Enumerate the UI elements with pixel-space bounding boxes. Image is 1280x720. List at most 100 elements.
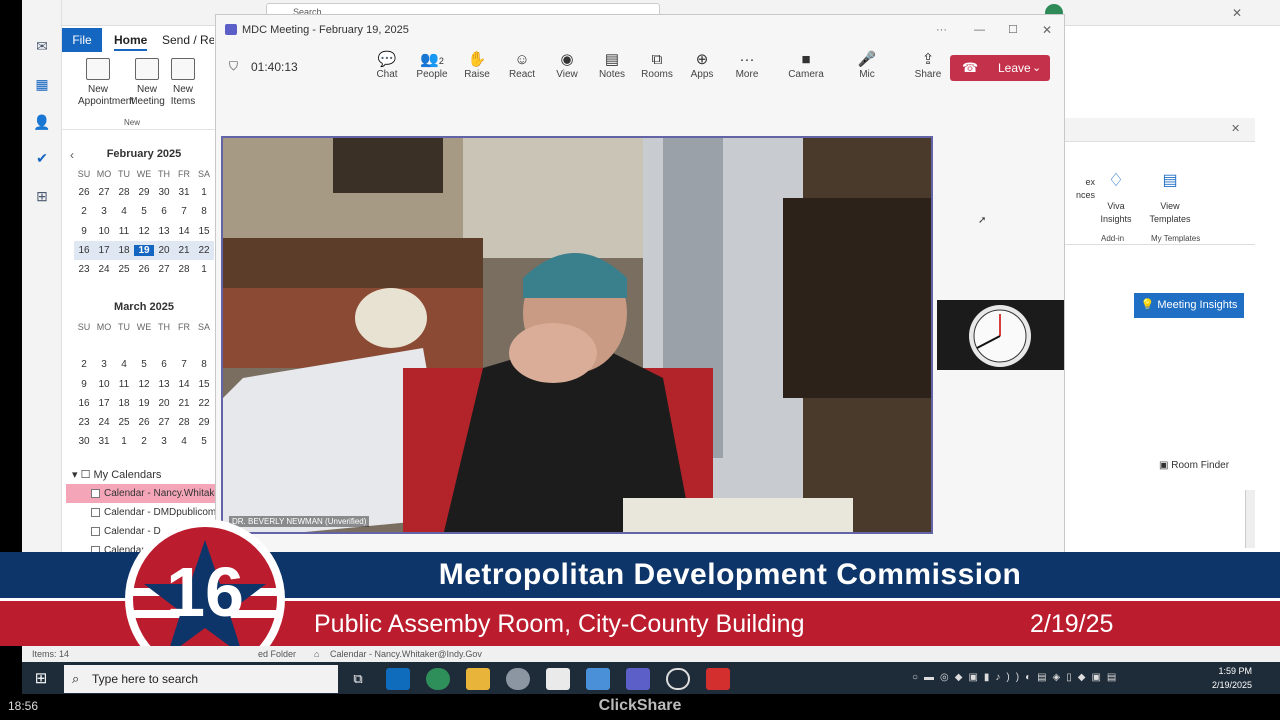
calendar-day[interactable]: 28 [174,417,194,428]
calendar-day[interactable]: 8 [194,206,214,217]
toolbar-share-button[interactable]: ⇪ Share [907,51,949,80]
windows-start-icon[interactable]: ⊞ [30,668,52,690]
calendar-day[interactable]: 27 [154,417,174,428]
toolbar-raise-button[interactable]: ✋ Raise [456,51,498,80]
taskbar-clock[interactable]: 1:59 PM 2/19/2025 [1200,664,1252,692]
calendar-day[interactable]: 30 [74,436,94,447]
calendar-day[interactable]: 27 [154,264,174,275]
participant-video[interactable]: DR. BEVERLY NEWMAN (Unverified) [221,136,933,534]
mail-icon[interactable]: ✉ [32,36,52,56]
calendar-item[interactable]: Calendar - Nancy.Whitaker [66,484,223,503]
task-view-icon[interactable]: ⧉ [346,668,370,690]
calendar-day[interactable]: 30 [154,187,174,198]
calendar-day[interactable]: 26 [134,264,154,275]
document-icon[interactable] [546,668,570,690]
calendar-day[interactable]: 22 [194,245,214,256]
toolbar-more-button[interactable]: ··· More [726,51,768,80]
calendar-day[interactable]: 23 [74,264,94,275]
system-tray-icons[interactable]: ○▬◎◆▣▮♪))◐▤◈▯◆▣▤ [912,672,1192,683]
calendar-day[interactable]: 3 [154,436,174,447]
new-appointment-button[interactable]: New Appointment [78,58,134,108]
calendar-day[interactable]: 12 [134,379,154,390]
close-icon[interactable]: ✕ [1042,15,1052,45]
calendar-day[interactable]: 14 [174,226,194,237]
calendar-day[interactable]: 31 [174,187,194,198]
calendar-icon[interactable]: ▦ [32,74,52,94]
room-finder-button[interactable]: ▣ Room Finder [1159,460,1229,471]
calendar-day[interactable]: 29 [134,187,154,198]
calendar-day[interactable]: 18 [114,245,134,256]
teams-taskbar-icon[interactable] [626,668,650,690]
calendar-day[interactable]: 28 [174,264,194,275]
calendar-day[interactable]: 10 [94,379,114,390]
todo-icon[interactable]: ✔ [32,148,52,168]
toolbar-chat-button[interactable]: 💬 Chat [366,51,408,80]
calendar-day[interactable]: 20 [154,398,174,409]
minimize-icon[interactable]: — [974,15,985,45]
calendar-day[interactable]: 17 [94,398,114,409]
calendar-day[interactable]: 19 [134,244,154,256]
close-icon[interactable]: ✕ [1232,6,1242,20]
calendar-day[interactable]: 12 [134,226,154,237]
scrollbar[interactable] [1245,490,1255,548]
calendar-day[interactable]: 20 [154,245,174,256]
calendar-day[interactable]: 19 [134,398,154,409]
calendar-day[interactable]: 3 [94,206,114,217]
toolbar-apps-button[interactable]: ⊕ Apps [681,51,723,80]
store-icon[interactable] [586,668,610,690]
calendar-day[interactable]: 4 [174,436,194,447]
calendar-day[interactable]: 13 [154,226,174,237]
toolbar-react-button[interactable]: ☺ React [501,51,543,80]
calendar-day[interactable]: 9 [74,226,94,237]
calendar-day[interactable]: 11 [114,379,134,390]
calendar-day[interactable]: 18 [114,398,134,409]
calendar-day[interactable]: 16 [74,398,94,409]
new-meeting-button[interactable]: New Meeting [126,58,168,108]
my-calendars-header[interactable]: ▾ ☐ My Calendars [66,466,216,484]
calendar-day[interactable]: 29 [194,417,214,428]
calendar-day[interactable]: 13 [154,379,174,390]
calendar-day[interactable]: 8 [194,359,214,370]
calendar-day[interactable]: 11 [114,226,134,237]
toolbar-people-button[interactable]: 👥2 People [411,51,453,80]
calendar-day[interactable]: 9 [74,379,94,390]
tab-home[interactable]: Home [114,33,148,51]
view-templates-button[interactable]: ▤ View Templates [1145,173,1195,226]
toolbar-camera-button[interactable]: ■ Camera [785,51,827,80]
calendar-day[interactable]: 5 [134,359,154,370]
viva-insights-button[interactable]: ♢ Viva Insights [1097,171,1135,226]
acrobat-icon[interactable] [706,668,730,690]
calendar-day[interactable]: 23 [74,417,94,428]
toolbar-notes-button[interactable]: ▤ Notes [591,51,633,80]
tab-file[interactable]: File [62,28,102,52]
calendar-day[interactable]: 16 [74,245,94,256]
calendar-day[interactable]: 26 [74,187,94,198]
calendar-day[interactable]: 5 [194,436,214,447]
edge-icon[interactable] [426,668,450,690]
calendar-day[interactable]: 25 [114,264,134,275]
participant-thumbnail[interactable] [937,300,1064,370]
calendar-day[interactable]: 2 [74,206,94,217]
calendar-day[interactable]: 3 [94,359,114,370]
close-icon[interactable]: ✕ [1231,122,1240,135]
calendar-day[interactable]: 6 [154,359,174,370]
checkbox-checked[interactable] [91,489,100,498]
new-items-button[interactable]: New Items [168,58,198,108]
calendar-day[interactable]: 1 [194,264,214,275]
calendar-day[interactable]: 5 [134,206,154,217]
leave-button[interactable]: ☎ Leave ⌄ [950,55,1050,81]
calendar-day[interactable]: 25 [114,417,134,428]
calendar-day[interactable]: 17 [94,245,114,256]
cortana-icon[interactable] [666,668,690,690]
tab-send-receive[interactable]: Send / Re [162,33,214,47]
chevron-down-icon[interactable]: ⌄ [1032,55,1041,81]
calendar-day[interactable]: 10 [94,226,114,237]
calendar-day[interactable]: 15 [194,379,214,390]
toolbar-mic-button[interactable]: 🎤 Mic [846,51,888,80]
calendar-day[interactable]: 1 [194,187,214,198]
outlook-taskbar-icon[interactable] [386,668,410,690]
calendar-day[interactable]: 4 [114,359,134,370]
maximize-icon[interactable]: ☐ [1008,15,1018,45]
calendar-day[interactable]: 6 [154,206,174,217]
meeting-insights-button[interactable]: 💡 Meeting Insights [1134,293,1244,318]
